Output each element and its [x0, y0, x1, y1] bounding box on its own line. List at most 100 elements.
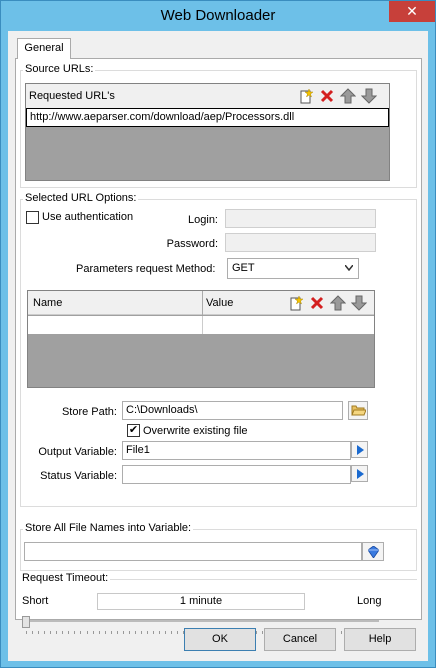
window-title: Web Downloader	[160, 7, 276, 24]
browse-folder-button[interactable]	[348, 401, 368, 420]
timeout-slider-track[interactable]	[24, 620, 379, 622]
slider-tick	[62, 631, 64, 634]
move-down-icon[interactable]	[361, 88, 377, 104]
use-auth-label: Use authentication	[42, 211, 134, 223]
timeout-slider-thumb[interactable]	[22, 616, 30, 628]
password-input[interactable]	[225, 233, 376, 252]
method-label: Parameters request Method:	[76, 263, 216, 275]
store-all-input[interactable]	[24, 542, 362, 561]
slider-tick	[44, 631, 46, 634]
slider-tick	[165, 631, 167, 634]
slider-tick	[122, 631, 124, 634]
source-urls-header: Requested URL's	[26, 84, 389, 108]
tab-general[interactable]: General	[17, 38, 71, 59]
slider-tick	[171, 631, 173, 634]
slider-tick	[80, 631, 82, 634]
method-value: GET	[232, 262, 255, 274]
move-up-icon[interactable]	[340, 88, 356, 104]
source-urls-group: Source URLs: Requested URL's http://www.…	[20, 63, 417, 188]
delete-icon[interactable]	[319, 88, 335, 104]
play-arrow-icon	[357, 469, 364, 479]
check-icon: ✔	[128, 424, 139, 436]
slider-tick	[153, 631, 155, 634]
timeout-value-display: 1 minute	[97, 593, 305, 610]
output-variable-picker-button[interactable]	[351, 441, 368, 458]
requested-urls-column-header: Requested URL's	[29, 90, 115, 102]
url-row[interactable]: http://www.aeparser.com/download/aep/Pro…	[26, 108, 389, 127]
parameters-grid[interactable]: Name Value	[27, 290, 375, 388]
slider-tick	[26, 631, 27, 634]
output-variable-label: Output Variable:	[38, 446, 117, 458]
delete-icon[interactable]	[309, 295, 325, 311]
slider-tick	[140, 631, 142, 634]
timeout-group: Request Timeout: Short 1 minute Long	[20, 572, 417, 634]
ok-button[interactable]: OK	[184, 628, 256, 651]
login-label: Login:	[188, 214, 218, 226]
password-label: Password:	[166, 238, 218, 250]
output-variable-input[interactable]: File1	[122, 441, 351, 460]
slider-tick	[255, 631, 257, 634]
slider-tick	[116, 631, 118, 634]
move-down-icon[interactable]	[351, 295, 367, 311]
dialog-client: General Source URLs: Requested URL's htt…	[8, 31, 428, 661]
new-item-icon[interactable]	[298, 88, 314, 104]
slider-tick	[38, 631, 40, 634]
gem-icon	[368, 546, 379, 558]
tab-panel-general: Source URLs: Requested URL's http://www.…	[15, 58, 422, 634]
slider-tick	[147, 631, 149, 634]
slider-tick	[86, 631, 88, 634]
cancel-button[interactable]: Cancel	[264, 628, 336, 651]
play-arrow-icon	[357, 445, 364, 455]
new-item-icon[interactable]	[288, 295, 304, 311]
title-bar[interactable]: Web Downloader ✕	[1, 1, 435, 31]
timeout-label: Request Timeout:	[20, 572, 111, 584]
slider-tick	[74, 631, 76, 634]
value-column-header: Value	[206, 297, 234, 309]
use-auth-checkbox[interactable]	[26, 211, 39, 224]
column-divider	[202, 316, 203, 334]
slider-tick	[98, 631, 100, 634]
parameters-row[interactable]	[28, 316, 374, 334]
store-all-label: Store All File Names into Variable:	[23, 522, 194, 534]
timeout-short-label: Short	[22, 595, 49, 607]
slider-tick	[110, 631, 112, 634]
folder-icon	[351, 405, 366, 416]
timeout-long-label: Long	[357, 595, 382, 607]
help-button[interactable]: Help	[344, 628, 416, 651]
slider-tick	[177, 631, 179, 634]
slider-tick	[340, 631, 342, 634]
slider-tick	[56, 631, 58, 634]
name-column-header: Name	[33, 297, 63, 309]
store-path-input[interactable]: C:\Downloads\	[122, 401, 343, 420]
method-select[interactable]: GET	[227, 258, 359, 279]
status-variable-label: Status Variable:	[40, 470, 117, 482]
slider-tick	[159, 631, 161, 634]
slider-tick	[128, 631, 130, 634]
overwrite-label: Overwrite existing file	[143, 425, 248, 437]
source-urls-grid[interactable]: Requested URL's http://www.aeparser.com/…	[25, 83, 390, 181]
slider-tick	[92, 631, 94, 634]
column-divider	[202, 291, 203, 315]
slider-tick	[262, 631, 264, 634]
store-path-label: Store Path:	[61, 406, 117, 418]
url-options-label: Selected URL Options:	[23, 192, 139, 204]
close-icon: ✕	[406, 3, 418, 19]
chevron-down-icon	[345, 265, 353, 271]
slider-tick	[104, 631, 106, 634]
overwrite-checkbox[interactable]: ✔	[127, 424, 140, 437]
close-button[interactable]: ✕	[389, 1, 435, 22]
slider-tick	[50, 631, 52, 634]
url-options-group: Selected URL Options: Use authentication…	[20, 192, 417, 507]
parameters-header: Name Value	[28, 291, 374, 315]
slider-tick	[134, 631, 136, 634]
source-urls-label: Source URLs:	[23, 63, 96, 75]
store-all-group: Store All File Names into Variable:	[20, 522, 417, 571]
login-input[interactable]	[225, 209, 376, 228]
dialog-window: Web Downloader ✕ General Source URLs: Re…	[0, 0, 436, 668]
move-up-icon[interactable]	[330, 295, 346, 311]
store-all-picker-button[interactable]	[362, 542, 384, 561]
slider-tick	[32, 631, 34, 634]
slider-tick	[68, 631, 70, 634]
status-variable-input[interactable]	[122, 465, 351, 484]
status-variable-picker-button[interactable]	[351, 465, 368, 482]
